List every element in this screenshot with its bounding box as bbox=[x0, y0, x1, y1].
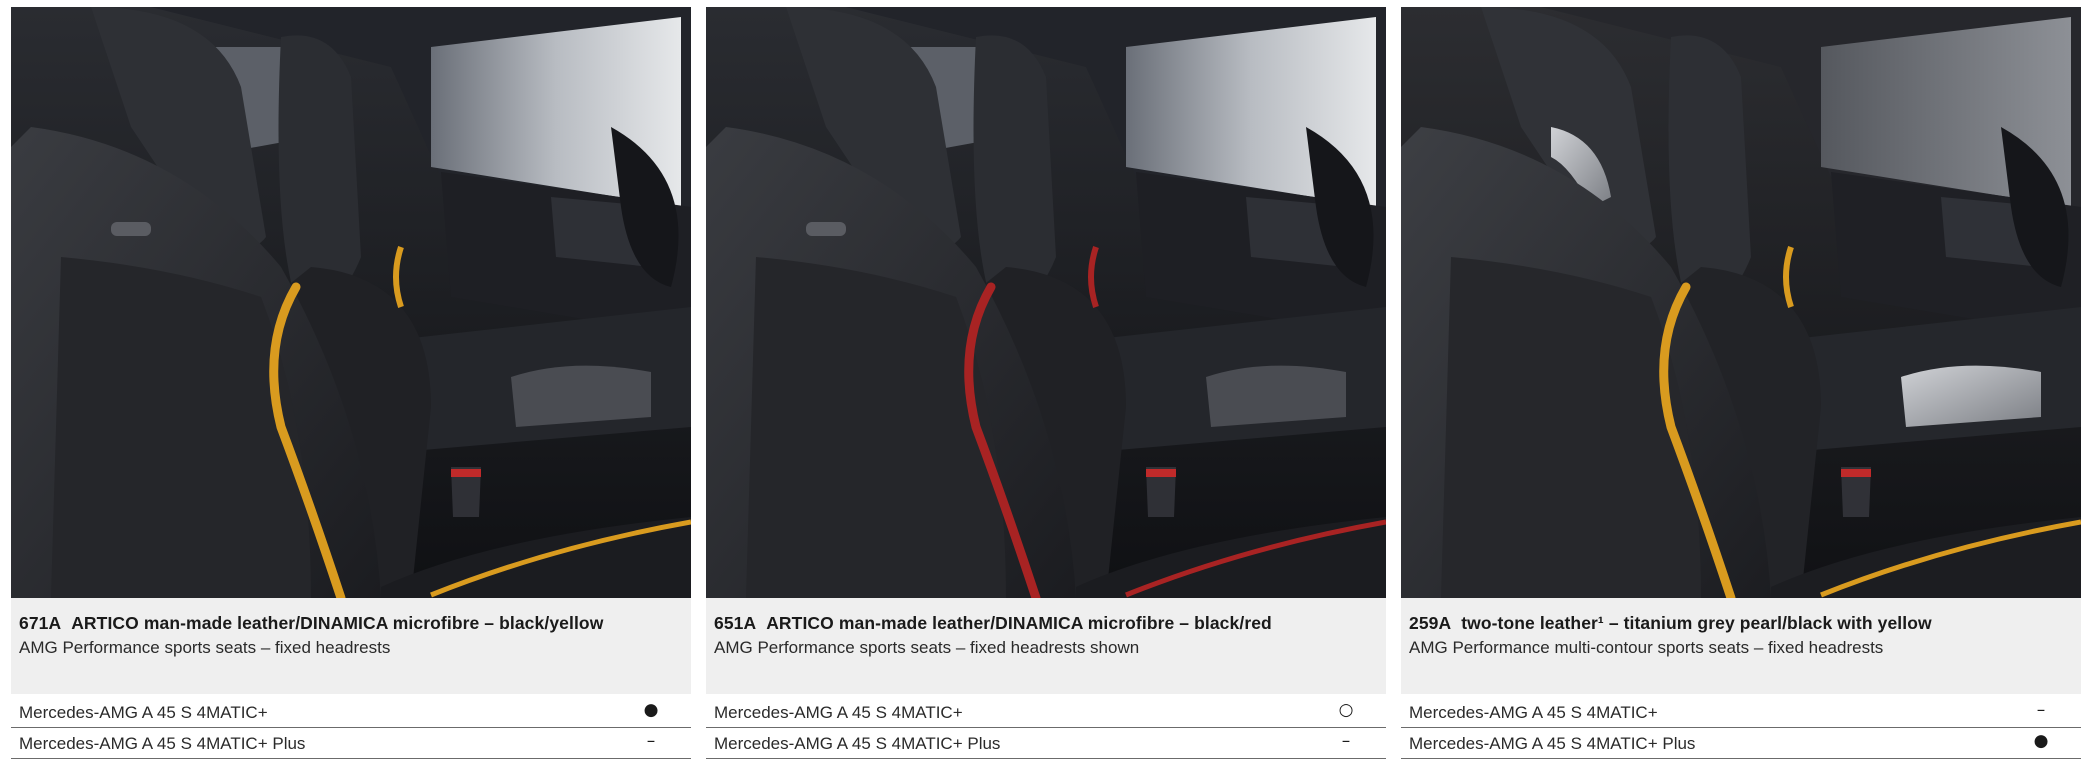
model-label: Mercedes-AMG A 45 S 4MATIC+ Plus bbox=[19, 734, 306, 753]
upholstery-subtitle: AMG Performance sports seats – fixed hea… bbox=[19, 638, 391, 657]
upholstery-card-651a: 651A ARTICO man-made leather/DINAMICA mi… bbox=[706, 7, 1386, 759]
availability-mark: – bbox=[646, 731, 656, 751]
availability-mark: ○ bbox=[1338, 700, 1354, 720]
seat-photo bbox=[706, 7, 1386, 598]
table-row: Mercedes-AMG A 45 S 4MATIC+ ● bbox=[11, 697, 691, 728]
upholstery-title: 651A ARTICO man-made leather/DINAMICA mi… bbox=[714, 613, 1272, 633]
table-row: Mercedes-AMG A 45 S 4MATIC+ Plus – bbox=[706, 728, 1386, 759]
upholstery-subtitle: AMG Performance sports seats – fixed hea… bbox=[714, 638, 1140, 657]
model-label: Mercedes-AMG A 45 S 4MATIC+ Plus bbox=[714, 734, 1001, 753]
model-label: Mercedes-AMG A 45 S 4MATIC+ bbox=[714, 703, 963, 722]
availability-mark: – bbox=[1341, 731, 1351, 751]
upholstery-title: 671A ARTICO man-made leather/DINAMICA mi… bbox=[19, 613, 604, 633]
model-label: Mercedes-AMG A 45 S 4MATIC+ bbox=[19, 703, 268, 722]
table-row: Mercedes-AMG A 45 S 4MATIC+ Plus ● bbox=[1401, 728, 2081, 759]
upholstery-card-259a: 259A two-tone leather¹ – titanium grey p… bbox=[1401, 7, 2081, 759]
availability-table: Mercedes-AMG A 45 S 4MATIC+ ● Mercedes-A… bbox=[11, 697, 691, 759]
table-row: Mercedes-AMG A 45 S 4MATIC+ – bbox=[1401, 697, 2081, 728]
upholstery-card-671a: 671A ARTICO man-made leather/DINAMICA mi… bbox=[11, 7, 691, 759]
seat-photo bbox=[1401, 7, 2081, 598]
availability-mark: ● bbox=[2033, 731, 2049, 751]
upholstery-caption: 671A ARTICO man-made leather/DINAMICA mi… bbox=[11, 598, 691, 694]
upholstery-title: 259A two-tone leather¹ – titanium grey p… bbox=[1409, 613, 1932, 633]
availability-mark: ● bbox=[643, 700, 659, 720]
table-row: Mercedes-AMG A 45 S 4MATIC+ Plus – bbox=[11, 728, 691, 759]
upholstery-subtitle: AMG Performance multi-contour sports sea… bbox=[1409, 638, 1884, 657]
seat-photo bbox=[11, 7, 691, 598]
availability-mark: – bbox=[2036, 700, 2046, 720]
model-label: Mercedes-AMG A 45 S 4MATIC+ Plus bbox=[1409, 734, 1696, 753]
seat-upholstery-grid: 671A ARTICO man-made leather/DINAMICA mi… bbox=[0, 0, 2091, 760]
availability-table: Mercedes-AMG A 45 S 4MATIC+ ○ Mercedes-A… bbox=[706, 697, 1386, 759]
model-label: Mercedes-AMG A 45 S 4MATIC+ bbox=[1409, 703, 1658, 722]
upholstery-caption: 651A ARTICO man-made leather/DINAMICA mi… bbox=[706, 598, 1386, 694]
upholstery-caption: 259A two-tone leather¹ – titanium grey p… bbox=[1401, 598, 2081, 694]
availability-table: Mercedes-AMG A 45 S 4MATIC+ – Mercedes-A… bbox=[1401, 697, 2081, 759]
table-row: Mercedes-AMG A 45 S 4MATIC+ ○ bbox=[706, 697, 1386, 728]
